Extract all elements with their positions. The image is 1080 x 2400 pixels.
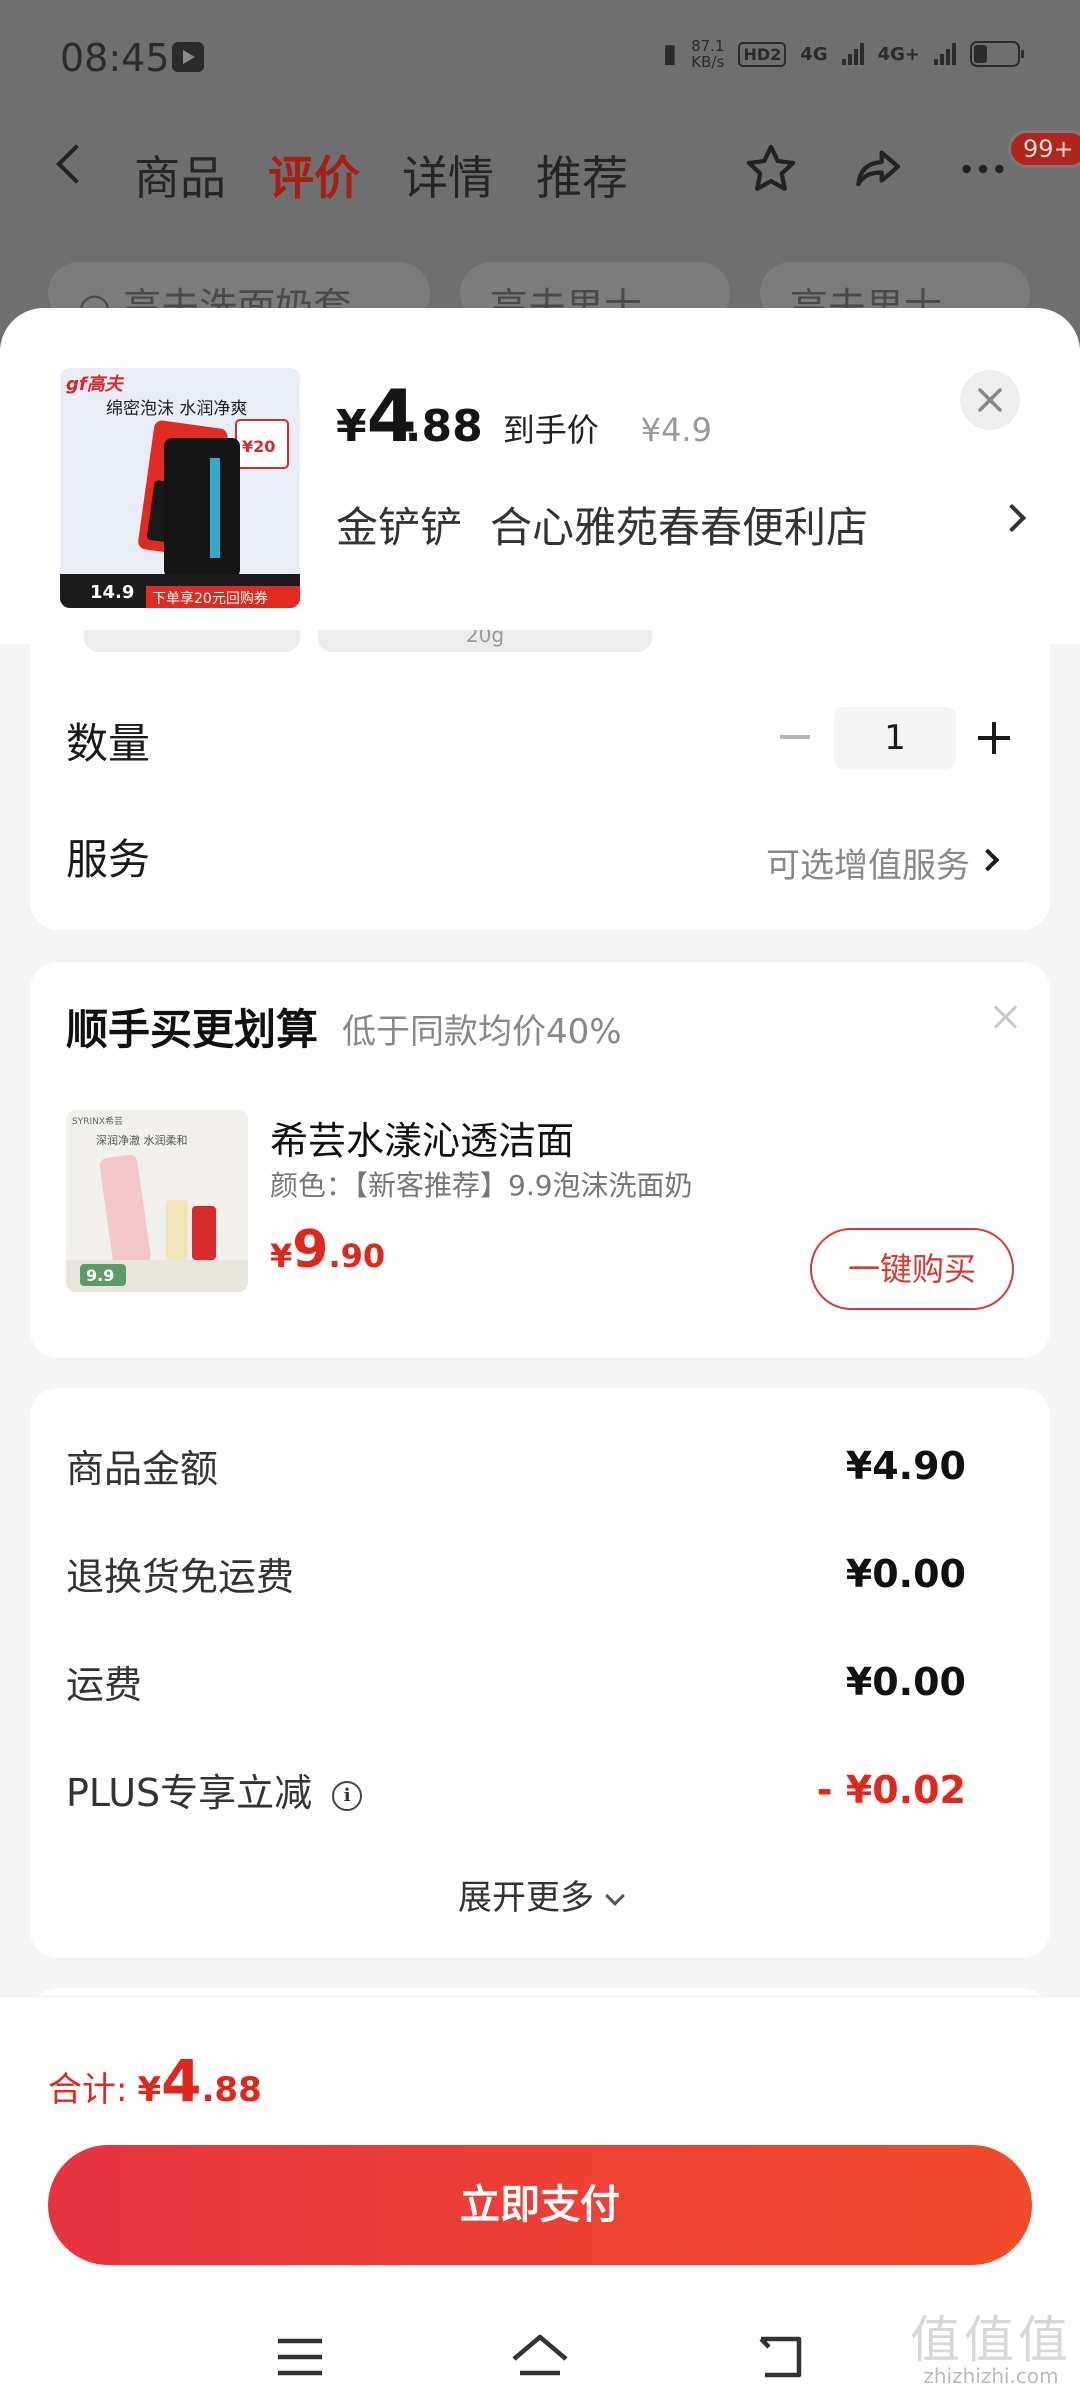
quantity-decrease-button[interactable] <box>780 735 810 739</box>
home-icon[interactable] <box>510 2327 570 2387</box>
more-badge: 99+ <box>1008 130 1080 168</box>
battery-icon <box>970 41 1024 67</box>
price-row: ¥4.88 到手价 ¥4.9 <box>336 374 712 458</box>
fee-row: PLUS专享立减 i - ¥0.02 <box>66 1767 966 1816</box>
net-speed: 87.1 KB/s <box>691 37 725 71</box>
upsell-card: 顺手买更划算 低于同款均价40% SYRINX希芸 深润净澈 水润柔和 9.9 … <box>30 962 1050 1358</box>
product-promo: 下单享20元回购券 <box>152 590 268 607</box>
tab-reviews[interactable]: 评价 <box>268 142 360 208</box>
service-label: 服务 <box>66 835 151 884</box>
upsell-product-image[interactable]: SYRINX希芸 深润净澈 水润柔和 9.9 <box>66 1110 248 1292</box>
shop-row[interactable]: 金铲铲 合心雅苑春春便利店 <box>336 494 868 555</box>
upsell-subtitle: 低于同款均价40% <box>342 1012 622 1052</box>
chevron-down-icon <box>605 1886 625 1906</box>
product-slogan: 绵密泡沫 水润净爽 <box>106 399 247 419</box>
shop-label: 金铲铲 <box>336 503 463 552</box>
media-playing-icon <box>172 42 204 72</box>
fee-row: 商品金额 ¥4.90 <box>66 1443 966 1492</box>
one-click-buy-button[interactable]: 一键购买 <box>810 1228 1014 1310</box>
status-time: 08:45 <box>60 36 170 80</box>
upsell-title: 顺手买更划算 <box>66 1005 319 1054</box>
fee-row: 运费 ¥0.00 <box>66 1659 966 1708</box>
info-icon[interactable]: i <box>332 1780 363 1811</box>
spec-chip[interactable]: 20g <box>318 630 652 652</box>
upsell-brand: SYRINX希芸 <box>72 1115 123 1127</box>
watermark: 值值值 zhizhizhi.com <box>910 2311 1072 2388</box>
vibrate-icon: ▮ <box>662 39 678 69</box>
upsell-product-spec: 颜色：【新客推荐】9.9泡沫洗面奶 <box>270 1169 693 1202</box>
service-hint[interactable]: 可选增值服务 <box>766 838 970 887</box>
signal-4g: 4G <box>800 43 828 65</box>
menu-icon[interactable] <box>270 2327 330 2387</box>
quantity-input[interactable]: 1 <box>834 707 956 769</box>
status-icons: ▮ 87.1 KB/s HD2 4G 4G+ <box>662 37 1024 71</box>
product-member-price: 14.9 <box>90 582 134 603</box>
pay-now-button[interactable]: 立即支付 <box>48 2145 1032 2265</box>
checkout-bar: 合计: ¥4.88 立即支付 值值值 zhizhizhi.com <box>0 1996 1080 2400</box>
close-button[interactable] <box>960 370 1020 430</box>
fee-row: 退换货免运费 ¥0.00 <box>66 1551 966 1600</box>
options-card: 20g 数量 1 服务 可选增值服务 <box>30 630 1050 930</box>
upsell-price: ¥9.90 <box>270 1220 386 1280</box>
expand-more-button[interactable]: 展开更多 <box>30 1870 1050 1919</box>
upsell-slogan: 深润净澈 水润柔和 <box>96 1133 188 1147</box>
share-icon[interactable] <box>844 136 910 202</box>
price-label: 到手价 <box>502 411 599 449</box>
tab-recommend[interactable]: 推荐 <box>536 142 628 208</box>
product-brand: gf高夫 <box>66 374 125 395</box>
spec-chip[interactable] <box>84 630 300 652</box>
back-nav-icon[interactable] <box>750 2327 810 2387</box>
upsell-product-name[interactable]: 希芸水漾沁透洁面 <box>270 1110 574 1165</box>
hd-badge: HD2 <box>738 41 787 67</box>
price: ¥4.88 <box>336 374 483 458</box>
upsell-tag-price: 9.9 <box>86 1266 114 1285</box>
quantity-label: 数量 <box>66 719 151 768</box>
fees-card: 商品金额 ¥4.90 退换货免运费 ¥0.00 运费 ¥0.00 PLUS专享立… <box>30 1388 1050 1958</box>
chevron-right-icon[interactable] <box>976 848 1000 872</box>
more-icon[interactable] <box>950 136 1016 202</box>
tab-details[interactable]: 详情 <box>402 142 494 208</box>
shop-name: 合心雅苑春春便利店 <box>490 503 869 552</box>
quantity-increase-button[interactable] <box>978 722 1010 754</box>
product-image[interactable]: gf高夫 绵密泡沫 水润净爽 ¥20 14.9 下单享20元回购券 <box>60 368 300 608</box>
total-amount: 合计: ¥4.88 <box>48 2047 262 2115</box>
back-icon[interactable] <box>56 144 96 184</box>
signal-bars-icon <box>841 43 864 65</box>
product-tabs: 商品 评价 详情 推荐 <box>134 142 628 208</box>
close-icon[interactable] <box>990 1002 1020 1032</box>
original-price: ¥4.9 <box>640 411 712 449</box>
close-icon <box>978 388 1002 412</box>
star-icon[interactable] <box>738 136 804 202</box>
product-coupon: ¥20 <box>242 437 275 456</box>
signal-bars-icon <box>934 43 956 65</box>
tab-product[interactable]: 商品 <box>134 142 226 208</box>
signal-4g-plus: 4G+ <box>877 43 920 65</box>
